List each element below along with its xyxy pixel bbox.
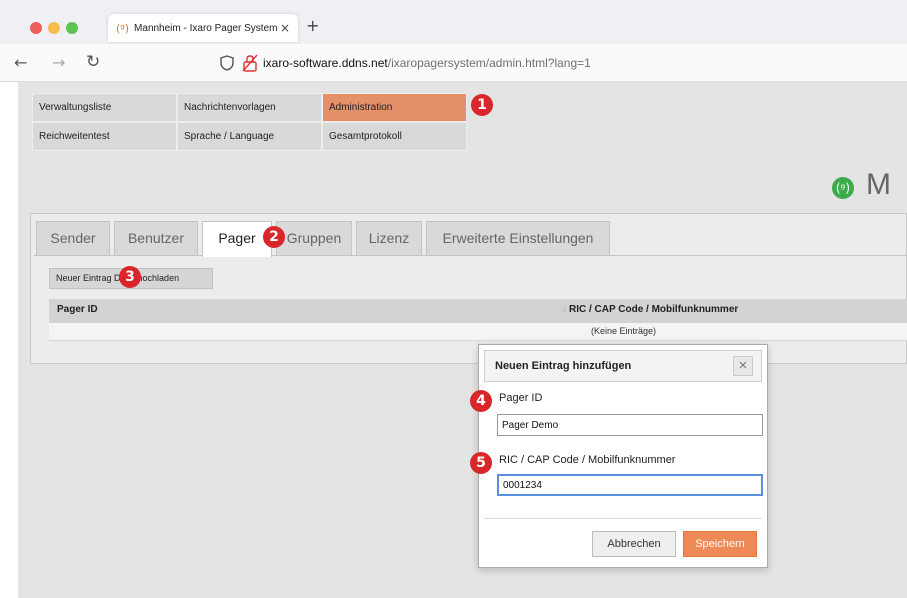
pager-id-label: Pager ID <box>499 392 543 404</box>
tab-pager[interactable]: Pager <box>202 221 272 257</box>
browser-tab[interactable]: (ᵍ) Mannheim - Ixaro Pager System × <box>108 14 298 42</box>
menu-item-sprache[interactable]: Sprache / Language <box>177 122 322 151</box>
close-window-button[interactable] <box>30 22 42 34</box>
minimize-window-button[interactable] <box>48 22 60 34</box>
callout-2: 2 <box>263 226 285 248</box>
tab-sender[interactable]: Sender <box>36 221 110 255</box>
menu-item-nachrichtenvorlagen[interactable]: Nachrichtenvorlagen <box>177 93 322 122</box>
pager-id-input[interactable] <box>497 414 763 436</box>
url-path: /ixaropagersystem/admin.html?lang=1 <box>387 56 591 70</box>
callout-3: 3 <box>119 266 141 288</box>
tab-gruppen[interactable]: Gruppen <box>276 221 352 255</box>
insecure-lock-icon[interactable] <box>242 54 258 72</box>
tab-benutzer[interactable]: Benutzer <box>114 221 198 255</box>
reload-icon[interactable]: ↻ <box>86 52 100 72</box>
back-arrow-icon[interactable]: ← <box>14 53 27 72</box>
menu-item-administration[interactable]: Administration <box>322 93 467 122</box>
column-header-ric[interactable]: RIC / CAP Code / Mobilfunknummer <box>569 304 738 315</box>
save-button[interactable]: Speichern <box>683 531 757 557</box>
antenna-icon: (ᵍ) <box>116 21 130 35</box>
new-entry-dialog: Neuen Eintrag hinzufügen ✕ Pager ID RIC … <box>478 344 768 568</box>
logo-text: M <box>866 168 891 201</box>
shield-icon[interactable] <box>220 55 234 71</box>
main-menu: Verwaltungsliste Nachrichtenvorlagen Adm… <box>32 93 467 151</box>
callout-5: 5 <box>470 452 492 474</box>
dialog-divider <box>484 518 762 519</box>
callout-4: 4 <box>470 390 492 412</box>
browser-tab-title: Mannheim - Ixaro Pager System <box>134 22 278 34</box>
url-host: ixaro-software.ddns.net <box>263 56 388 70</box>
dialog-header: Neuen Eintrag hinzufügen ✕ <box>484 350 762 382</box>
cancel-button[interactable]: Abbrechen <box>592 531 676 557</box>
close-tab-icon[interactable]: × <box>280 21 290 35</box>
close-icon[interactable]: ✕ <box>733 356 753 376</box>
ric-label: RIC / CAP Code / Mobilfunknummer <box>499 454 676 466</box>
sort-icon[interactable]: ⇕ <box>561 305 568 314</box>
maximize-window-button[interactable] <box>66 22 78 34</box>
table-header: Pager ID ⇕ RIC / CAP Code / Mobilfunknum… <box>49 299 907 323</box>
table-empty-row: (Keine Einträge) <box>49 323 907 341</box>
forward-arrow-icon[interactable]: → <box>52 53 65 72</box>
new-tab-button[interactable]: + <box>306 16 319 35</box>
menu-item-verwaltungsliste[interactable]: Verwaltungsliste <box>32 93 177 122</box>
callout-1: 1 <box>471 94 493 116</box>
column-header-pager-id[interactable]: Pager ID <box>57 304 98 315</box>
ric-input[interactable] <box>497 474 763 496</box>
menu-item-reichweitentest[interactable]: Reichweitentest <box>32 122 177 151</box>
logo-antenna-icon: (ᵍ) <box>832 177 854 199</box>
dialog-title: Neuen Eintrag hinzufügen <box>495 360 632 372</box>
menu-item-gesamtprotokoll[interactable]: Gesamtprotokoll <box>322 122 467 151</box>
url-text[interactable]: ixaro-software.ddns.net/ixaropagersystem… <box>263 56 591 70</box>
subtab-divider <box>34 255 907 256</box>
tab-erweiterte-einstellungen[interactable]: Erweiterte Einstellungen <box>426 221 610 255</box>
tab-lizenz[interactable]: Lizenz <box>356 221 422 255</box>
url-bar: ← → ↻ ixaro-software.ddns.net/ixaropager… <box>0 44 907 82</box>
browser-tab-bar: (ᵍ) Mannheim - Ixaro Pager System × + <box>0 0 907 44</box>
empty-text: (Keine Einträge) <box>591 326 657 336</box>
